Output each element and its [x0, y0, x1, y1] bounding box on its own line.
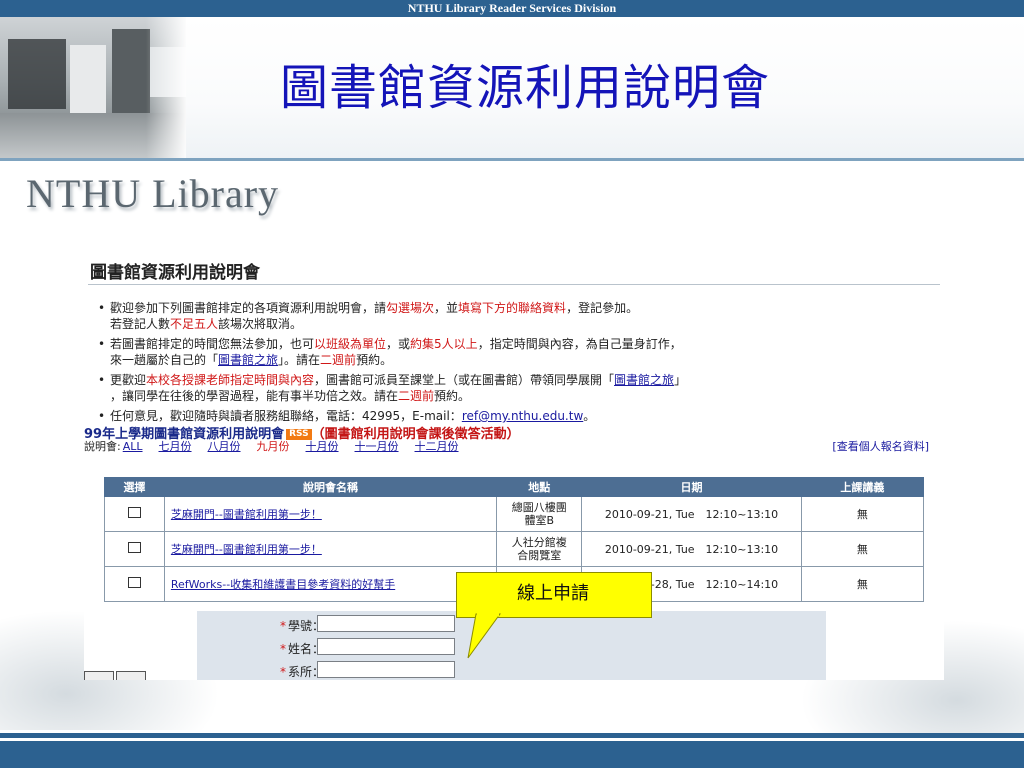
- callout-text: 線上申請: [517, 583, 589, 604]
- session-name-link[interactable]: 芝麻開門--圖書館利用第一步！: [171, 508, 322, 521]
- month-link[interactable]: 七月份: [159, 440, 192, 453]
- header-divider: [0, 158, 1024, 161]
- note-item: • 歡迎參加下列圖書館排定的各項資源利用說明會，請勾選場次，並填寫下方的聯絡資料，…: [98, 300, 938, 332]
- note-text: 來一趟屬於自己的「: [110, 353, 219, 367]
- note-text: 任何意見，歡迎隨時與讀者服務組聯絡，電話：42995，E-mail：: [110, 409, 462, 423]
- month-link[interactable]: 十月份: [306, 440, 339, 453]
- note-emphasis: 不足五人: [170, 317, 219, 331]
- session-handout: 無: [800, 496, 925, 532]
- note-text: 。: [583, 409, 596, 423]
- month-link[interactable]: 十二月份: [415, 440, 459, 453]
- reset-button[interactable]: [116, 671, 146, 680]
- dept-row: *系所：: [197, 660, 826, 680]
- library-photo: [0, 17, 186, 160]
- note-text: ，登記參加。: [566, 301, 639, 315]
- note-emphasis: 二週前: [398, 389, 435, 403]
- bullet-icon: •: [98, 337, 106, 351]
- view-personal-link[interactable]: [查看個人報名資料]: [832, 438, 929, 454]
- callout-pointer: [467, 613, 501, 659]
- note-text: 」: [674, 373, 687, 387]
- session-location: 總圖八樓團 體室B: [496, 496, 583, 532]
- session-name-link[interactable]: RefWorks--收集和維護書目參考資料的好幫手: [171, 578, 395, 591]
- note-text: ，圖書館可派員至課堂上（或在圖書館）帶領同學展開「: [314, 373, 615, 387]
- table-row: 芝麻開門--圖書館利用第一步！ 人社分館複 合閱覽室 2010-09-21, Tue …: [104, 531, 925, 567]
- bullet-icon: •: [98, 373, 106, 387]
- note-item: • 若圖書館排定的時間您無法參加，也可以班級為單位，或約集5人以上，指定時間與內容…: [98, 336, 938, 368]
- session-handout: 無: [800, 566, 925, 602]
- column-header: 日期: [581, 477, 802, 497]
- note-link[interactable]: ref@my.nthu.edu.tw: [462, 409, 583, 423]
- column-header: 上課講義: [800, 477, 925, 497]
- month-link[interactable]: ALL: [123, 440, 143, 453]
- student-id-input[interactable]: [317, 615, 455, 632]
- nthu-library-logo: NTHU Library: [26, 171, 280, 216]
- bullet-icon: •: [98, 409, 106, 423]
- form-buttons: [84, 670, 150, 680]
- note-emphasis: 填寫下方的聯絡資料: [458, 301, 567, 315]
- slide-title: 圖書館資源利用說明會: [280, 60, 771, 116]
- name-input[interactable]: [317, 638, 455, 655]
- session-location: 人社分館複 合閱覽室: [496, 531, 583, 567]
- note-item: • 任何意見，歡迎隨時與讀者服務組聯絡，電話：42995，E-mail：ref@m…: [98, 408, 938, 424]
- note-text: 」。請在: [278, 353, 321, 367]
- note-emphasis: 以班級為單位: [314, 337, 387, 351]
- dept-input[interactable]: [317, 661, 455, 678]
- month-link[interactable]: 九月份: [257, 440, 290, 453]
- page-heading: 圖書館資源利用說明會: [90, 263, 260, 283]
- column-header: 地點: [496, 477, 583, 497]
- months-prefix: 說明會:: [84, 440, 121, 453]
- footer-bar: [0, 741, 1024, 768]
- note-text: 該場次將取消。: [218, 317, 303, 331]
- note-emphasis: 約集5人以上: [410, 337, 478, 351]
- top-banner: NTHU Library Reader Services Division: [0, 0, 1024, 17]
- session-date: 2010-09-21, Tue 12:10~13:10: [581, 496, 802, 532]
- table-row: 芝麻開門--圖書館利用第一步！ 總圖八樓團 體室B 2010-09-21, Tue 1…: [104, 496, 925, 532]
- month-link[interactable]: 八月份: [208, 440, 241, 453]
- dept-label: 系所: [287, 665, 312, 679]
- note-emphasis: 勾選場次: [386, 301, 435, 315]
- session-date: 2010-09-21, Tue 12:10~13:10: [581, 531, 802, 567]
- session-handout: 無: [800, 531, 925, 567]
- session-name-link[interactable]: 芝麻開門--圖書館利用第一步！: [171, 543, 322, 556]
- note-text: 歡迎參加下列圖書館排定的各項資源利用說明會，請: [110, 301, 387, 315]
- note-link[interactable]: 圖書館之旅: [614, 373, 674, 387]
- footer-stripe: [0, 733, 1024, 738]
- select-checkbox[interactable]: [127, 542, 141, 553]
- banner-text: NTHU Library Reader Services Division: [407, 1, 617, 15]
- select-checkbox[interactable]: [127, 507, 141, 518]
- note-text: 更歡迎: [110, 373, 147, 387]
- notes-list: • 歡迎參加下列圖書館排定的各項資源利用說明會，請勾選場次，並填寫下方的聯絡資料，…: [98, 300, 938, 428]
- note-text: ，或: [386, 337, 411, 351]
- note-text: ，並: [434, 301, 459, 315]
- note-text: 預約。: [434, 389, 471, 403]
- month-link[interactable]: 十一月份: [355, 440, 399, 453]
- note-text: 若登記人數: [110, 317, 171, 331]
- note-emphasis: 本校各授課老師指定時間與內容: [146, 373, 315, 387]
- submit-button[interactable]: [84, 671, 114, 680]
- student-id-label: 學號: [287, 619, 312, 633]
- note-text: ，指定時間與內容，為自己量身訂作，: [477, 337, 682, 351]
- note-item: • 更歡迎本校各授課老師指定時間與內容，圖書館可派員至課堂上（或在圖書館）帶領同學…: [98, 372, 938, 404]
- note-text: 預約。: [356, 353, 393, 367]
- note-text: ，讓同學在往後的學習過程，能有事半功倍之效。請在: [110, 389, 399, 403]
- heading-rule: [88, 284, 940, 285]
- column-header: 說明會名稱: [163, 477, 498, 497]
- month-filter: 說明會: ALL 七月份 八月份 九月份 十月份 十一月份 十二月份 [查看個人報名資料]: [84, 438, 929, 454]
- column-header: 選擇: [104, 477, 165, 497]
- select-checkbox[interactable]: [127, 577, 141, 588]
- bullet-icon: •: [98, 301, 106, 315]
- note-emphasis: 二週前: [320, 353, 357, 367]
- note-text: 若圖書館排定的時間您無法參加，也可: [110, 337, 315, 351]
- note-link[interactable]: 圖書館之旅: [218, 353, 278, 367]
- name-label: 姓名: [287, 642, 312, 656]
